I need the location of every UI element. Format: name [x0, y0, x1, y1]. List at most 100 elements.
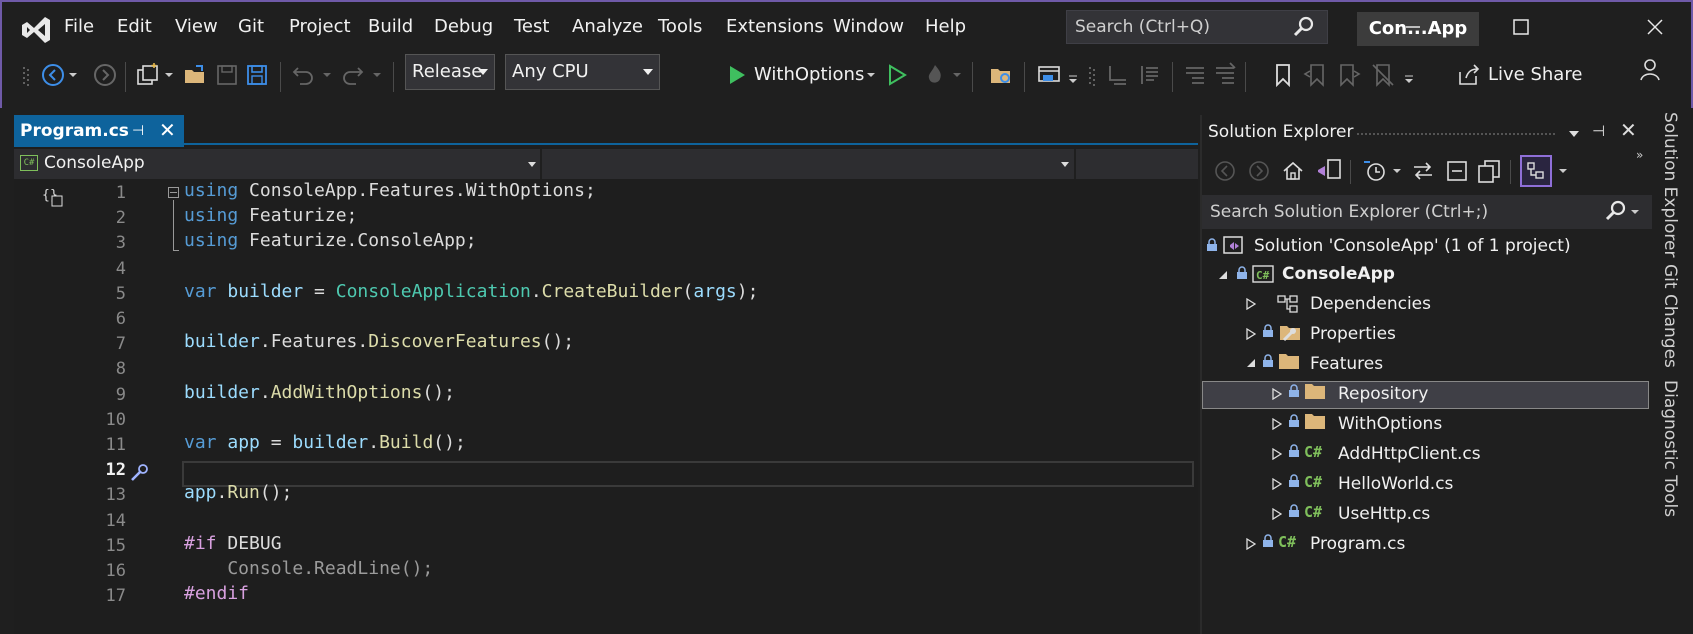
close-tab-icon[interactable]: ✕ [159, 118, 176, 142]
redo-dropdown-icon[interactable] [372, 70, 382, 80]
tree-item-features[interactable]: Features [1310, 354, 1383, 374]
menu-tools[interactable]: Tools [658, 16, 702, 37]
panel-options-icon[interactable] [1568, 128, 1580, 140]
format-document-icon[interactable] [1138, 62, 1164, 88]
panel-grip[interactable] [1356, 132, 1556, 136]
code-line[interactable]: builder.AddWithOptions(); [184, 382, 455, 403]
menu-debug[interactable]: Debug [434, 16, 493, 37]
code-line[interactable]: Console.ReadLine(); [184, 558, 433, 579]
solution-configuration-dropdown[interactable]: Release [405, 54, 495, 90]
tree-item-properties[interactable]: Properties [1310, 324, 1396, 344]
new-project-icon[interactable] [134, 62, 160, 88]
minimize-icon[interactable] [1398, 12, 1428, 42]
code-line[interactable]: using Featurize.ConsoleApp; [184, 230, 477, 251]
navigate-forward-icon[interactable] [92, 62, 118, 88]
hot-reload-icon[interactable] [922, 62, 948, 88]
save-all-icon[interactable] [244, 62, 270, 88]
startup-item-label[interactable]: WithOptions [754, 64, 864, 85]
menu-extensions[interactable]: Extensions [726, 16, 824, 37]
hot-reload-dropdown-icon[interactable] [952, 70, 962, 80]
tree-item-program[interactable]: Program.cs [1310, 534, 1405, 554]
undo-dropdown-icon[interactable] [322, 70, 332, 80]
navigate-back-icon[interactable] [40, 62, 66, 88]
filter-dropdown-icon[interactable] [1392, 166, 1402, 176]
solution-explorer-search[interactable]: Search Solution Explorer (Ctrl+;) [1202, 195, 1652, 229]
menu-help[interactable]: Help [925, 16, 966, 37]
code-line[interactable]: app.Run(); [184, 482, 292, 503]
collapsed-chevron-icon[interactable] [1246, 298, 1256, 310]
tree-item-helloworld[interactable]: HelloWorld.cs [1338, 474, 1453, 494]
bookmark-dropdown-icon[interactable] [1404, 72, 1414, 86]
menu-test[interactable]: Test [514, 16, 549, 37]
menu-build[interactable]: Build [368, 16, 413, 37]
search-options-dropdown-icon[interactable] [1630, 207, 1640, 217]
search-box[interactable]: Search (Ctrl+Q) [1066, 10, 1328, 44]
preview-dropdown-icon[interactable] [1558, 166, 1568, 176]
new-dropdown-icon[interactable] [164, 70, 174, 80]
maximize-icon[interactable] [1506, 12, 1536, 42]
code-line[interactable]: #if DEBUG [184, 533, 282, 554]
tree-item-dependencies[interactable]: Dependencies [1310, 294, 1431, 314]
comment-lines-icon[interactable] [1182, 62, 1208, 88]
type-navigation-dropdown[interactable] [546, 149, 1076, 179]
collapsed-chevron-icon[interactable] [1272, 418, 1282, 430]
side-tab-diagnostic-tools[interactable]: Diagnostic Tools [1660, 380, 1680, 517]
code-line[interactable]: var app = builder.Build(); [184, 432, 466, 453]
switch-views-icon[interactable] [1316, 158, 1342, 182]
start-without-debugging-icon[interactable] [884, 62, 910, 88]
menu-project[interactable]: Project [289, 16, 351, 37]
start-debugging-icon[interactable] [724, 62, 750, 88]
collapsed-chevron-icon[interactable] [1272, 508, 1282, 520]
tab-program-cs[interactable]: Program.cs ⊣ ✕ [14, 115, 184, 147]
collapsed-chevron-icon[interactable] [1246, 328, 1256, 340]
live-share-icon[interactable] [1456, 62, 1482, 88]
close-panel-icon[interactable]: ✕ [1620, 118, 1637, 142]
code-line[interactable]: using Featurize; [184, 205, 357, 226]
tree-item-usehttp[interactable]: UseHttp.cs [1338, 504, 1430, 524]
clear-bookmarks-icon[interactable] [1370, 62, 1396, 88]
open-file-icon[interactable] [182, 62, 208, 88]
auto-hide-pin-icon[interactable]: ⊣ [1592, 122, 1605, 140]
menu-git[interactable]: Git [238, 16, 264, 37]
pending-changes-filter-icon[interactable] [1362, 158, 1388, 184]
side-tab-git-changes[interactable]: Git Changes [1660, 264, 1680, 368]
collapsed-chevron-icon[interactable] [1272, 388, 1282, 400]
quick-actions-icon[interactable] [128, 462, 150, 484]
live-share-label[interactable]: Live Share [1488, 64, 1582, 85]
code-line[interactable]: using ConsoleApp.Features.WithOptions; [184, 180, 596, 201]
undo-icon[interactable] [290, 62, 316, 88]
browse-folder-icon[interactable] [988, 62, 1014, 88]
previous-bookmark-icon[interactable] [1302, 62, 1328, 88]
menu-window[interactable]: Window [833, 16, 904, 37]
menu-file[interactable]: File [64, 16, 94, 37]
overflow-chevron-icon[interactable]: » [1636, 148, 1643, 162]
back-icon[interactable] [1214, 160, 1236, 182]
uncomment-lines-icon[interactable] [1212, 62, 1238, 88]
menu-edit[interactable]: Edit [117, 16, 152, 37]
feedback-icon[interactable] [1637, 56, 1663, 82]
project-navigation-dropdown[interactable]: C# ConsoleApp [14, 149, 542, 179]
step-into-icon[interactable] [1104, 62, 1130, 88]
collapse-all-icon[interactable] [1444, 158, 1470, 184]
layout-dropdown-icon[interactable] [1068, 72, 1078, 86]
next-bookmark-icon[interactable] [1336, 62, 1362, 88]
sync-with-active-document-icon[interactable] [1410, 158, 1436, 184]
solution-platform-dropdown[interactable]: Any CPU [505, 54, 660, 90]
forward-icon[interactable] [1248, 160, 1270, 182]
tree-item-project[interactable]: ConsoleApp [1282, 264, 1395, 284]
side-tab-solution-explorer[interactable]: Solution Explorer [1660, 112, 1680, 257]
tree-item-addhttpclient[interactable]: AddHttpClient.cs [1338, 444, 1481, 464]
window-layout-icon[interactable] [1036, 62, 1062, 88]
show-all-files-icon[interactable] [1476, 158, 1502, 184]
search-icon[interactable] [1605, 200, 1627, 222]
menu-view[interactable]: View [175, 16, 218, 37]
bookmark-icon[interactable] [1270, 62, 1296, 88]
code-line[interactable]: var builder = ConsoleApplication.CreateB… [184, 281, 758, 302]
tree-item-solution[interactable]: Solution 'ConsoleApp' (1 of 1 project) [1254, 236, 1571, 256]
startup-dropdown-icon[interactable] [866, 70, 876, 80]
collapsed-chevron-icon[interactable] [1272, 478, 1282, 490]
collapsed-chevron-icon[interactable] [1246, 538, 1256, 550]
back-dropdown-icon[interactable] [68, 70, 78, 80]
home-icon[interactable] [1282, 160, 1304, 182]
close-window-icon[interactable] [1640, 12, 1670, 42]
